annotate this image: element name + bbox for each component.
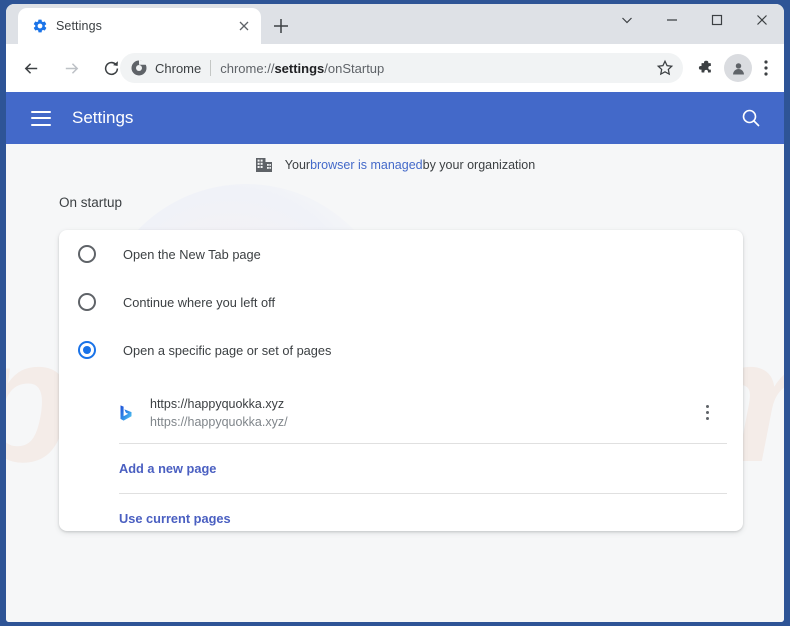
omnibox-separator xyxy=(210,60,212,76)
new-tab-button[interactable] xyxy=(270,15,292,37)
puzzle-piece-icon[interactable] xyxy=(696,59,714,82)
startup-option-label: Open a specific page or set of pages xyxy=(123,342,332,358)
use-current-pages-label: Use current pages xyxy=(119,511,231,526)
add-new-page-link[interactable]: Add a new page xyxy=(59,444,743,493)
screenshot-root: Settings Chrome chrome://settings/onStar… xyxy=(0,0,790,626)
person-avatar-icon[interactable] xyxy=(724,54,752,82)
managed-browser-notice: Your browser is managed by your organiza… xyxy=(6,156,784,174)
startup-option-continue-where-left-off[interactable]: Continue where you left off xyxy=(59,278,743,326)
startup-option-new-tab-page[interactable]: Open the New Tab page xyxy=(59,230,743,278)
on-startup-card: Open the New Tab page Continue where you… xyxy=(59,230,743,531)
close-icon[interactable] xyxy=(739,4,784,36)
startup-option-label: Continue where you left off xyxy=(123,294,276,310)
managed-notice-suffix: by your organization xyxy=(422,158,536,172)
settings-page-body: pcrisk.com xyxy=(6,144,784,622)
section-title-on-startup: On startup xyxy=(59,195,123,210)
window-caption-buttons xyxy=(604,4,784,36)
use-current-pages-link[interactable]: Use current pages xyxy=(59,494,743,543)
omnibox-chrome-label: Chrome xyxy=(155,60,202,76)
omnibox-url: chrome://settings/onStartup xyxy=(220,61,384,76)
radio-icon[interactable] xyxy=(78,293,96,311)
forward-arrow-icon[interactable] xyxy=(56,53,86,83)
browser-tab-settings[interactable]: Settings xyxy=(18,8,261,44)
three-dot-menu-icon[interactable] xyxy=(695,400,719,424)
office-building-icon xyxy=(255,156,273,174)
url-prefix: chrome:// xyxy=(220,60,275,76)
url-suffix: /onStartup xyxy=(324,60,385,76)
startup-page-subtitle: https://happyquokka.xyz/ xyxy=(150,415,288,429)
startup-option-specific-pages[interactable]: Open a specific page or set of pages xyxy=(59,326,743,374)
back-arrow-icon[interactable] xyxy=(16,53,46,83)
browser-toolbar: Chrome chrome://settings/onStartup xyxy=(6,44,784,92)
browser-window: Settings Chrome chrome://settings/onStar… xyxy=(6,4,784,622)
radio-icon[interactable] xyxy=(78,245,96,263)
radio-icon-selected[interactable] xyxy=(78,341,96,359)
add-new-page-label: Add a new page xyxy=(119,461,217,476)
star-icon[interactable] xyxy=(656,59,674,82)
bing-b-logo-icon xyxy=(117,404,135,422)
search-icon[interactable] xyxy=(740,107,762,129)
settings-app-header: Settings xyxy=(6,92,784,144)
chevron-down-icon[interactable] xyxy=(604,4,649,36)
page-title: Settings xyxy=(72,108,134,127)
hamburger-menu-icon[interactable] xyxy=(31,110,51,126)
close-icon[interactable] xyxy=(236,18,252,34)
address-bar[interactable]: Chrome chrome://settings/onStartup xyxy=(120,53,683,83)
settings-gear-icon xyxy=(32,18,48,34)
url-bold: settings xyxy=(274,60,325,76)
chrome-logo-icon xyxy=(131,60,147,76)
tab-strip: Settings xyxy=(6,4,784,44)
minimize-icon[interactable] xyxy=(649,4,694,36)
startup-page-row: https://happyquokka.xyz https://happyquo… xyxy=(59,387,743,440)
tab-title: Settings xyxy=(56,19,102,33)
managed-notice-prefix: Your xyxy=(284,158,311,172)
maximize-icon[interactable] xyxy=(694,4,739,36)
managed-notice-link[interactable]: browser is managed xyxy=(310,158,423,172)
startup-page-title: https://happyquokka.xyz xyxy=(150,397,285,411)
three-dot-menu-icon[interactable] xyxy=(758,58,774,83)
startup-option-label: Open the New Tab page xyxy=(123,246,261,262)
